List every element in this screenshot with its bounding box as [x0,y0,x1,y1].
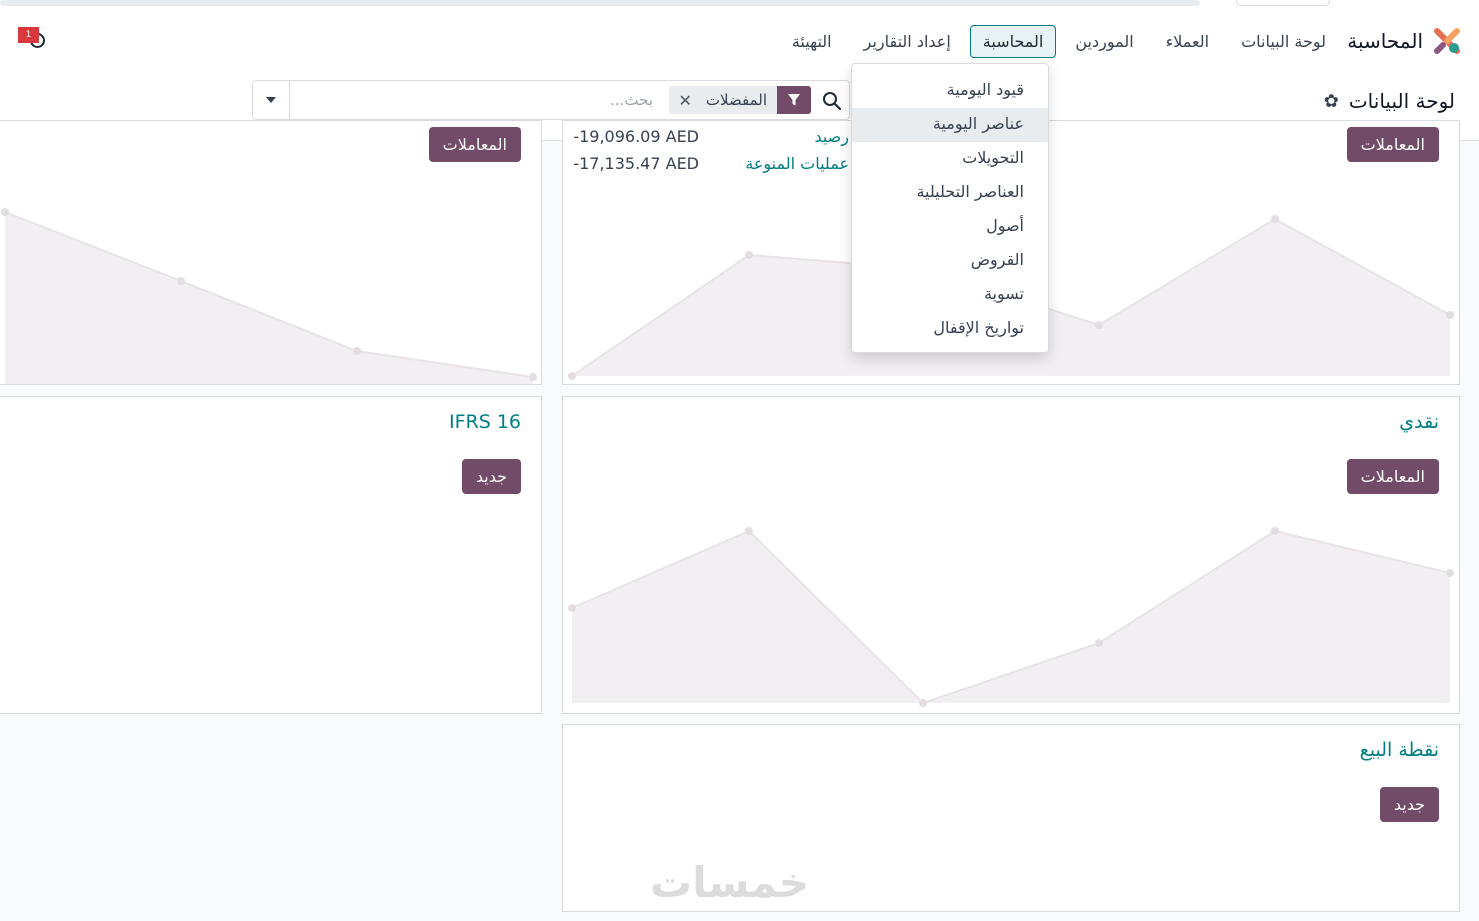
dropdown-item-lock-dates[interactable]: تواريخ الإقفال [852,312,1048,346]
watermark-logo: خمسات [650,858,810,907]
search-input[interactable] [353,81,653,119]
new-button[interactable]: جديد [461,459,521,494]
menu-reporting[interactable]: إعداد التقارير [851,25,964,58]
activity-button[interactable]: 1 [18,27,46,51]
graph-point [745,251,753,259]
search-facet-favorites: المفضلات ✕ [668,86,811,114]
graph-point [1271,215,1279,223]
gear-icon[interactable]: ✿ [1324,91,1339,112]
search-options-toggle[interactable] [253,81,290,119]
graph-point [919,699,927,707]
accounting-app-icon [1433,27,1461,55]
dropdown-item-loans[interactable]: القروض [852,244,1048,278]
horizontal-scrollbar[interactable] [0,0,1200,6]
graph-point [529,373,537,381]
filter-icon [777,86,811,114]
accounting-dropdown-menu: قيود اليومية عناصر اليومية التحويلات الع… [851,63,1049,353]
graph-point [1,208,9,216]
journal-title-pos[interactable]: نقطة البيع [1360,739,1439,761]
graph-point [568,372,576,380]
journal-card-cash: نقدي المعاملات [562,396,1460,714]
dropdown-item-reconciliation[interactable]: تسوية [852,278,1048,312]
search-icon[interactable] [821,90,843,112]
facet-remove-icon[interactable]: ✕ [669,91,696,110]
dropdown-item-journal-items[interactable]: عناصر اليومية [852,108,1048,142]
transactions-button[interactable]: المعاملات [1346,459,1439,494]
dropdown-item-transfers[interactable]: التحويلات [852,142,1048,176]
dropdown-item-analytic-items[interactable]: العناصر التحليلية [852,176,1048,210]
dropdown-item-assets[interactable]: أصول [852,210,1048,244]
search-bar: المفضلات ✕ [252,80,850,120]
app-brand[interactable]: المحاسبة [1347,27,1461,55]
graph-point [1446,311,1454,319]
menu-vendors[interactable]: الموردين [1062,25,1146,58]
browser-tab-edge [1236,0,1330,6]
journal-title-ifrs16[interactable]: IFRS 16 [449,411,521,433]
transactions-button[interactable]: المعاملات [428,127,521,162]
graph-point [1095,639,1103,647]
menu-configuration[interactable]: التهيئة [779,25,845,58]
menu-customers[interactable]: العملاء [1153,25,1222,58]
graph-point [568,604,576,612]
graph-point [1446,569,1454,577]
page-title: لوحة البيانات ✿ [1324,89,1455,113]
graph-point [1095,321,1103,329]
cash-graph [568,527,1454,707]
facet-label: المفضلات [705,91,767,109]
dropdown-item-journal-entries[interactable]: قيود اليومية [852,74,1048,108]
browser-strip [0,0,1479,11]
app-name: المحاسبة [1347,29,1423,53]
top-menu: لوحة البيانات العملاء الموردين المحاسبة … [779,25,1339,58]
main-navbar: المحاسبة لوحة البيانات العملاء الموردين … [0,11,1479,73]
journal-card-top-left: المعاملات [0,120,542,385]
page-title-text: لوحة البيانات [1348,89,1455,113]
graph-point [353,347,361,355]
new-button[interactable]: جديد [1379,787,1439,822]
menu-accounting[interactable]: المحاسبة [969,25,1057,58]
graph-point [177,277,185,285]
journal-card-ifrs16: IFRS 16 جديد [0,396,542,714]
graph-point [1271,527,1279,535]
graph-point [745,527,753,535]
caret-down-icon [266,97,276,103]
menu-dashboard[interactable]: لوحة البيانات [1228,25,1339,58]
activity-badge: 1 [18,27,39,43]
